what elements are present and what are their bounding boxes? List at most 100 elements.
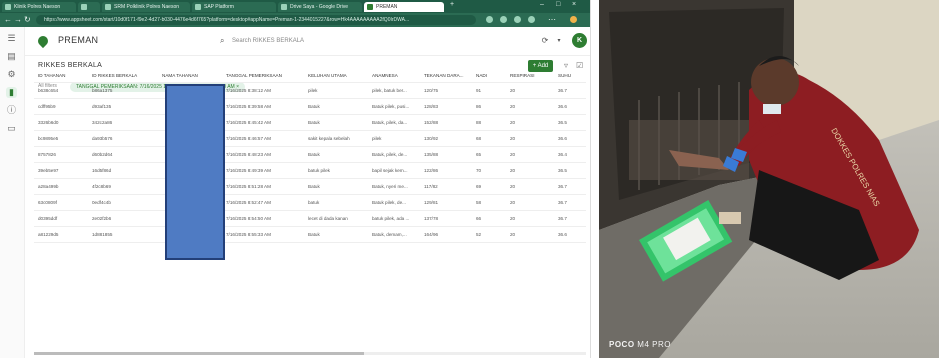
horizontal-scrollbar[interactable] xyxy=(34,352,586,355)
table-cell: 36.4 xyxy=(558,152,567,157)
table-cell: 20 xyxy=(510,184,516,189)
column-header[interactable]: ID TAHANAN xyxy=(38,70,88,82)
camera-model: M4 PRO xyxy=(637,340,671,349)
column-header[interactable]: SUHU xyxy=(558,70,586,82)
refresh-icon[interactable]: ↻ xyxy=(24,15,31,25)
browser-tab[interactable]: SRM Polklinik Polres Naeson xyxy=(102,2,190,12)
table-cell: 20 xyxy=(510,120,516,125)
table-cell: cdff95b9 xyxy=(38,104,56,109)
table-cell: 122/86 xyxy=(424,168,439,173)
table-cell: a81229d5 xyxy=(38,232,59,237)
table-cell: 65 xyxy=(476,152,482,157)
table-cell: Batuk xyxy=(308,104,320,109)
browser-tab[interactable]: SAP Platform xyxy=(192,2,276,12)
table-cell: 135/88 xyxy=(424,152,439,157)
table-row[interactable]: 8757826 d60b2d64 7/16/2025 8:48:23 AM Batuk… xyxy=(34,147,586,163)
table-cell: 130/92 xyxy=(424,136,439,141)
browser-tab[interactable]: Drive Saya - Google Drive xyxy=(278,2,362,12)
table-row[interactable]: a28a499b 4f2c8b69 7/16/2025 8:51:28 AM Batu… xyxy=(34,179,586,195)
column-header[interactable]: TANGGAL PEMERIKSAAN xyxy=(226,70,300,82)
table-cell: 91 xyxy=(476,88,482,93)
column-header[interactable]: KELUHAN UTAMA xyxy=(308,70,368,82)
extension-icon[interactable] xyxy=(500,16,507,23)
table-row[interactable]: a81229d5 1d881855 7/16/2025 8:55:33 AM Batu… xyxy=(34,227,586,243)
table-cell: 20 xyxy=(510,136,516,141)
table-cell: 0edf4c4b xyxy=(92,200,111,205)
table-cell: 86 xyxy=(476,104,482,109)
redaction-box xyxy=(165,84,225,260)
table-cell: 66 xyxy=(476,216,482,221)
photo-illustration: DOKKES POLRES NIAS xyxy=(599,0,939,358)
table-cell: 7/16/2025 8:54:50 AM xyxy=(226,216,271,221)
chevron-down-icon[interactable]: ▾ xyxy=(554,34,564,48)
column-header[interactable]: ANAMNESA xyxy=(372,70,422,82)
menu-icon[interactable]: ☰ xyxy=(6,33,17,44)
table-row[interactable]: bc9895e5 da93b576 7/16/2025 8:46:57 AM saki… xyxy=(34,131,586,147)
table-row[interactable]: 39eb5e97 16d5f86d 7/16/2025 8:49:39 AM batu… xyxy=(34,163,586,179)
maximize-button[interactable]: □ xyxy=(556,1,560,8)
table-cell: 36.6 xyxy=(558,136,567,141)
table-cell: 7/16/2025 8:48:23 AM xyxy=(226,152,271,157)
column-header[interactable]: ID RIKKES BERKALA xyxy=(92,70,158,82)
column-header[interactable]: NAMA TAHANAN xyxy=(162,70,222,82)
table-row[interactable]: 3326b6d0 342c2a86 7/16/2025 8:45:42 AM Batu… xyxy=(34,115,586,131)
table-cell: 2e02f2b6 xyxy=(92,216,112,221)
url-field[interactable]: https://www.appsheet.com/start/10d0f171-… xyxy=(36,15,476,25)
table-cell: sakit kepala sebelah xyxy=(308,136,350,141)
gear-icon[interactable]: ⚙ xyxy=(6,69,17,80)
table-cell: 137/78 xyxy=(424,216,439,221)
column-header[interactable]: NADI xyxy=(476,70,506,82)
tab-favicon-icon xyxy=(367,4,373,10)
table-cell: pilek xyxy=(372,136,382,141)
back-icon[interactable]: ← xyxy=(4,15,12,25)
minimize-button[interactable]: – xyxy=(540,1,544,8)
menu-dots-icon[interactable]: ⋯ xyxy=(548,15,556,25)
browser-tab[interactable] xyxy=(78,2,100,12)
table-icon[interactable]: ▤ xyxy=(6,51,17,62)
avatar[interactable]: K xyxy=(572,33,587,48)
close-window-button[interactable]: × xyxy=(572,1,576,8)
document-icon[interactable]: ▮ xyxy=(6,87,17,98)
table-cell: 58 xyxy=(476,200,482,205)
search-placeholder: Search RIKKES BERKALA xyxy=(232,38,305,44)
sync-icon[interactable]: ⟳ xyxy=(538,34,552,48)
table-cell: batuk pilek xyxy=(308,168,330,173)
extension-icon[interactable] xyxy=(514,16,521,23)
search-box[interactable]: ⌕ Search RIKKES BERKALA xyxy=(220,34,370,48)
extension-icon[interactable] xyxy=(486,16,493,23)
table-row[interactable]: cdff95b9 d93af135 7/16/2025 8:39:58 AM Batu… xyxy=(34,99,586,115)
table-cell: Batuk, pilek, da... xyxy=(372,120,408,125)
table-cell: 20 xyxy=(510,104,516,109)
table-cell: b86a1375 xyxy=(92,88,113,93)
camera-brand: POCO xyxy=(609,340,635,349)
browser-tab-active[interactable]: PREMAN xyxy=(364,2,444,12)
table-cell: batuk xyxy=(308,200,320,205)
info-icon[interactable]: ⓘ xyxy=(6,105,17,116)
copilot-icon[interactable] xyxy=(570,16,577,23)
checkbox-select-icon[interactable]: ☑ xyxy=(576,61,583,70)
column-header[interactable]: RESPIRASI xyxy=(510,70,546,82)
app-logo-icon xyxy=(35,33,51,49)
table-row[interactable]: d0395ddf 2e02f2b6 7/16/2025 8:54:50 AM lece… xyxy=(34,211,586,227)
table-cell: 7/16/2025 8:39:58 AM xyxy=(226,104,271,109)
table-cell: 152/88 xyxy=(424,120,439,125)
scrollbar-thumb[interactable] xyxy=(34,352,364,355)
camera-watermark: POCO M4 PRO xyxy=(609,340,671,349)
column-header[interactable]: TEKANAN DARA... xyxy=(424,70,474,82)
table-row[interactable]: 63c0809f 0edf4c4b 7/16/2025 8:52:47 AM batu… xyxy=(34,195,586,211)
table-cell: 36.5 xyxy=(558,120,567,125)
forward-icon[interactable]: → xyxy=(14,15,22,25)
table-cell: da93b576 xyxy=(92,136,113,141)
profile-icon[interactable] xyxy=(528,16,535,23)
new-tab-button[interactable]: + xyxy=(450,1,454,8)
table-cell: 36.6 xyxy=(558,104,567,109)
table-cell: d93af135 xyxy=(92,104,112,109)
chat-icon[interactable]: ▭ xyxy=(6,123,17,134)
table-cell: lecet di dada kanan xyxy=(308,216,348,221)
table-row[interactable]: b638c654 b86a1375 7/16/2025 8:38:12 AM pile… xyxy=(34,83,586,99)
filter-icon[interactable]: ▿ xyxy=(564,61,568,70)
table-cell: 52 xyxy=(476,232,482,237)
table-cell: 7/16/2025 8:49:39 AM xyxy=(226,168,271,173)
table-cell: 128/83 xyxy=(424,104,439,109)
browser-tab[interactable]: Klinik Polres Naeson xyxy=(2,2,76,12)
